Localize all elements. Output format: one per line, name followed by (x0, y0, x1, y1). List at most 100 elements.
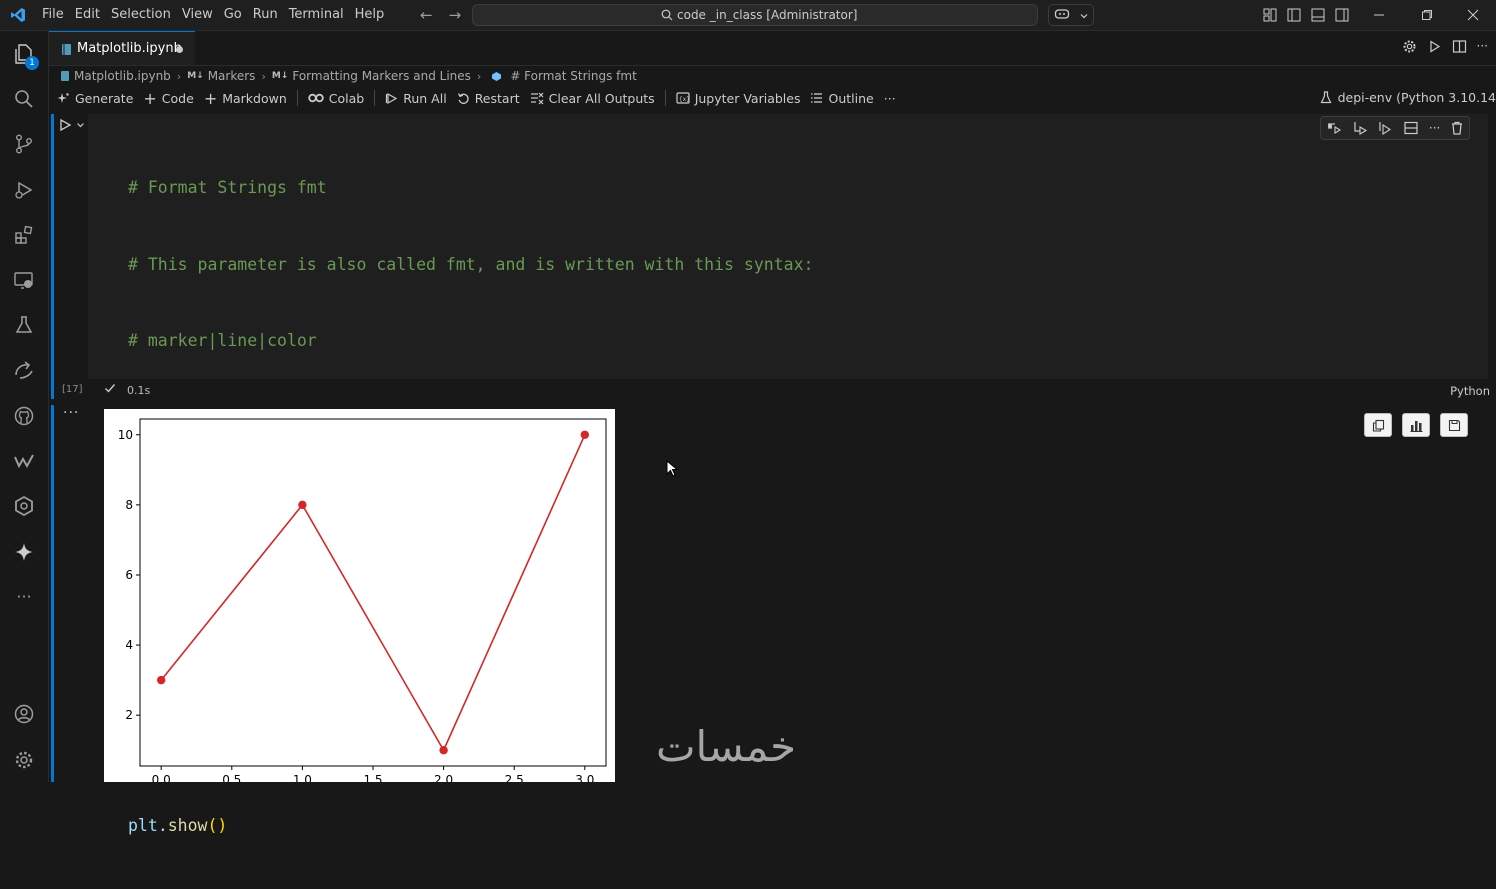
plot-output: 2 4 6 8 10 0.0 0.5 1.0 1.5 2.0 2.5 3.0 (104, 409, 615, 787)
menu-go[interactable]: Go (224, 7, 250, 22)
cell-focus-indicator (51, 114, 54, 399)
source-control-icon[interactable] (12, 132, 36, 156)
save-icon (1448, 419, 1460, 431)
execute-cell-and-below-icon[interactable] (1377, 121, 1393, 135)
y-tick-label: 4 (125, 638, 133, 652)
generate-button[interactable]: Generate (57, 91, 133, 106)
toolbar-more-button[interactable]: ··· (884, 91, 896, 106)
testing-icon[interactable] (12, 313, 36, 337)
accounts-icon[interactable] (12, 702, 36, 726)
breadcrumb-format-strings[interactable]: # Format Strings fmt (510, 69, 636, 83)
kernel-flask-icon (1320, 91, 1332, 104)
menu-view[interactable]: View (182, 7, 221, 22)
extensions-icon[interactable] (12, 223, 36, 247)
y-tick-label: 6 (125, 568, 133, 582)
x-tick-label: 2.0 (434, 773, 453, 782)
add-code-button[interactable]: + Code (143, 89, 193, 108)
run-debug-icon[interactable] (12, 178, 36, 202)
breadcrumb-file[interactable]: Matplotlib.ipynb (74, 69, 171, 83)
output-focus-indicator (51, 405, 54, 782)
run-all-icon (386, 92, 398, 104)
search-icon[interactable] (12, 87, 36, 111)
split-cell-icon[interactable] (1403, 121, 1419, 135)
markdown-icon: M↓ (271, 71, 289, 81)
breadcrumb-chevron-icon: › (261, 69, 266, 83)
outline-button[interactable]: Outline (810, 91, 874, 106)
manage-gear-icon[interactable] (12, 748, 36, 772)
customize-layout-icon[interactable] (1258, 0, 1282, 30)
x-tick-label: 2.5 (505, 773, 524, 782)
back-arrow-icon[interactable]: ← (420, 6, 433, 24)
x-tick-label: 1.0 (293, 773, 312, 782)
y-tick-label: 2 (125, 708, 133, 722)
more-views-icon[interactable]: ··· (12, 584, 36, 608)
restart-icon (457, 92, 469, 104)
breadcrumb-formatting[interactable]: Formatting Markers and Lines (292, 69, 471, 83)
remote-explorer-icon[interactable] (12, 268, 36, 292)
run-cell-icon[interactable] (58, 118, 72, 132)
toggle-secondary-sidebar-icon[interactable] (1330, 0, 1354, 30)
menu-bar: File Edit Selection View Go Run Terminal… (42, 7, 395, 22)
menu-file[interactable]: File (42, 7, 72, 22)
gear-icon[interactable] (1402, 39, 1417, 58)
code-cell-editor[interactable]: # Format Strings fmt # This parameter is… (88, 114, 1488, 835)
tab-matplotlib[interactable]: Matplotlib.ipynb (49, 31, 195, 65)
menu-edit[interactable]: Edit (75, 7, 108, 22)
github-icon[interactable] (12, 404, 36, 428)
cell-more-icon[interactable]: ··· (1429, 121, 1440, 135)
save-output-button[interactable] (1440, 413, 1468, 437)
forward-arrow-icon[interactable]: → (449, 6, 462, 24)
search-icon (661, 9, 673, 21)
execute-below-icon[interactable] (1352, 121, 1368, 135)
line-chart: 2 4 6 8 10 0.0 0.5 1.0 1.5 2.0 2.5 3.0 (118, 418, 607, 787)
open-plot-viewer-button[interactable] (1402, 413, 1430, 437)
menu-help[interactable]: Help (355, 7, 393, 22)
sparkle-icon[interactable] (12, 540, 36, 564)
toggle-primary-sidebar-icon[interactable] (1282, 0, 1306, 30)
notebook-toolbar: Generate + Code + Markdown Colab Run All… (49, 86, 1496, 110)
menu-selection[interactable]: Selection (111, 7, 179, 22)
toggle-panel-icon[interactable] (1306, 0, 1330, 30)
clear-outputs-button[interactable]: Clear All Outputs (530, 91, 655, 106)
editor-tabs: Matplotlib.ipynb ··· (49, 31, 1496, 66)
breadcrumb-markers[interactable]: Markers (208, 69, 256, 83)
y-tick-label: 8 (125, 498, 133, 512)
restart-button[interactable]: Restart (457, 91, 520, 106)
y-tick-label: 10 (118, 428, 133, 442)
x-tick-label: 1.5 (363, 773, 382, 782)
run-file-icon[interactable] (1427, 39, 1442, 58)
variables-icon: {x} (676, 92, 690, 104)
kernel-picker[interactable]: depi-env (Python 3.10.14 (1320, 90, 1496, 105)
copy-output-button[interactable] (1364, 413, 1392, 437)
x-tick-label: 3.0 (575, 773, 594, 782)
code-cell-icon (492, 71, 502, 81)
split-editor-icon[interactable] (1452, 39, 1467, 58)
add-markdown-button[interactable]: + Markdown (204, 89, 287, 108)
success-check-icon (105, 384, 116, 393)
jupyter-variables-button[interactable]: {x} Jupyter Variables (676, 91, 800, 106)
chevron-down-icon[interactable] (76, 118, 85, 132)
copilot-button[interactable] (1048, 4, 1094, 26)
data-point (580, 430, 590, 439)
minimize-icon[interactable] (1354, 0, 1404, 30)
breadcrumb-chevron-icon: › (476, 69, 482, 83)
menu-terminal[interactable]: Terminal (289, 7, 352, 22)
run-all-button[interactable]: Run All (385, 91, 447, 106)
more-actions-icon[interactable]: ··· (1477, 39, 1488, 58)
output-more-icon[interactable]: ··· (63, 405, 79, 421)
delete-cell-icon[interactable] (1450, 121, 1464, 135)
breadcrumb: Matplotlib.ipynb › M↓ Markers › M↓ Forma… (60, 67, 637, 85)
menu-run[interactable]: Run (253, 7, 286, 22)
unsaved-dot-icon[interactable] (176, 46, 183, 53)
close-window-icon[interactable] (1450, 0, 1496, 30)
restore-icon[interactable] (1404, 0, 1450, 30)
cell-language[interactable]: Python (1450, 384, 1490, 398)
list-icon (811, 93, 823, 103)
execute-above-icon[interactable] (1326, 121, 1342, 135)
command-center-search[interactable]: code _in_class [Administrator] (472, 4, 1038, 26)
remote-icon[interactable] (12, 358, 36, 382)
jupyter-icon[interactable] (12, 494, 36, 518)
colab-button[interactable]: Colab (308, 91, 364, 106)
data-point (439, 746, 448, 755)
wakatime-icon[interactable] (12, 449, 36, 473)
